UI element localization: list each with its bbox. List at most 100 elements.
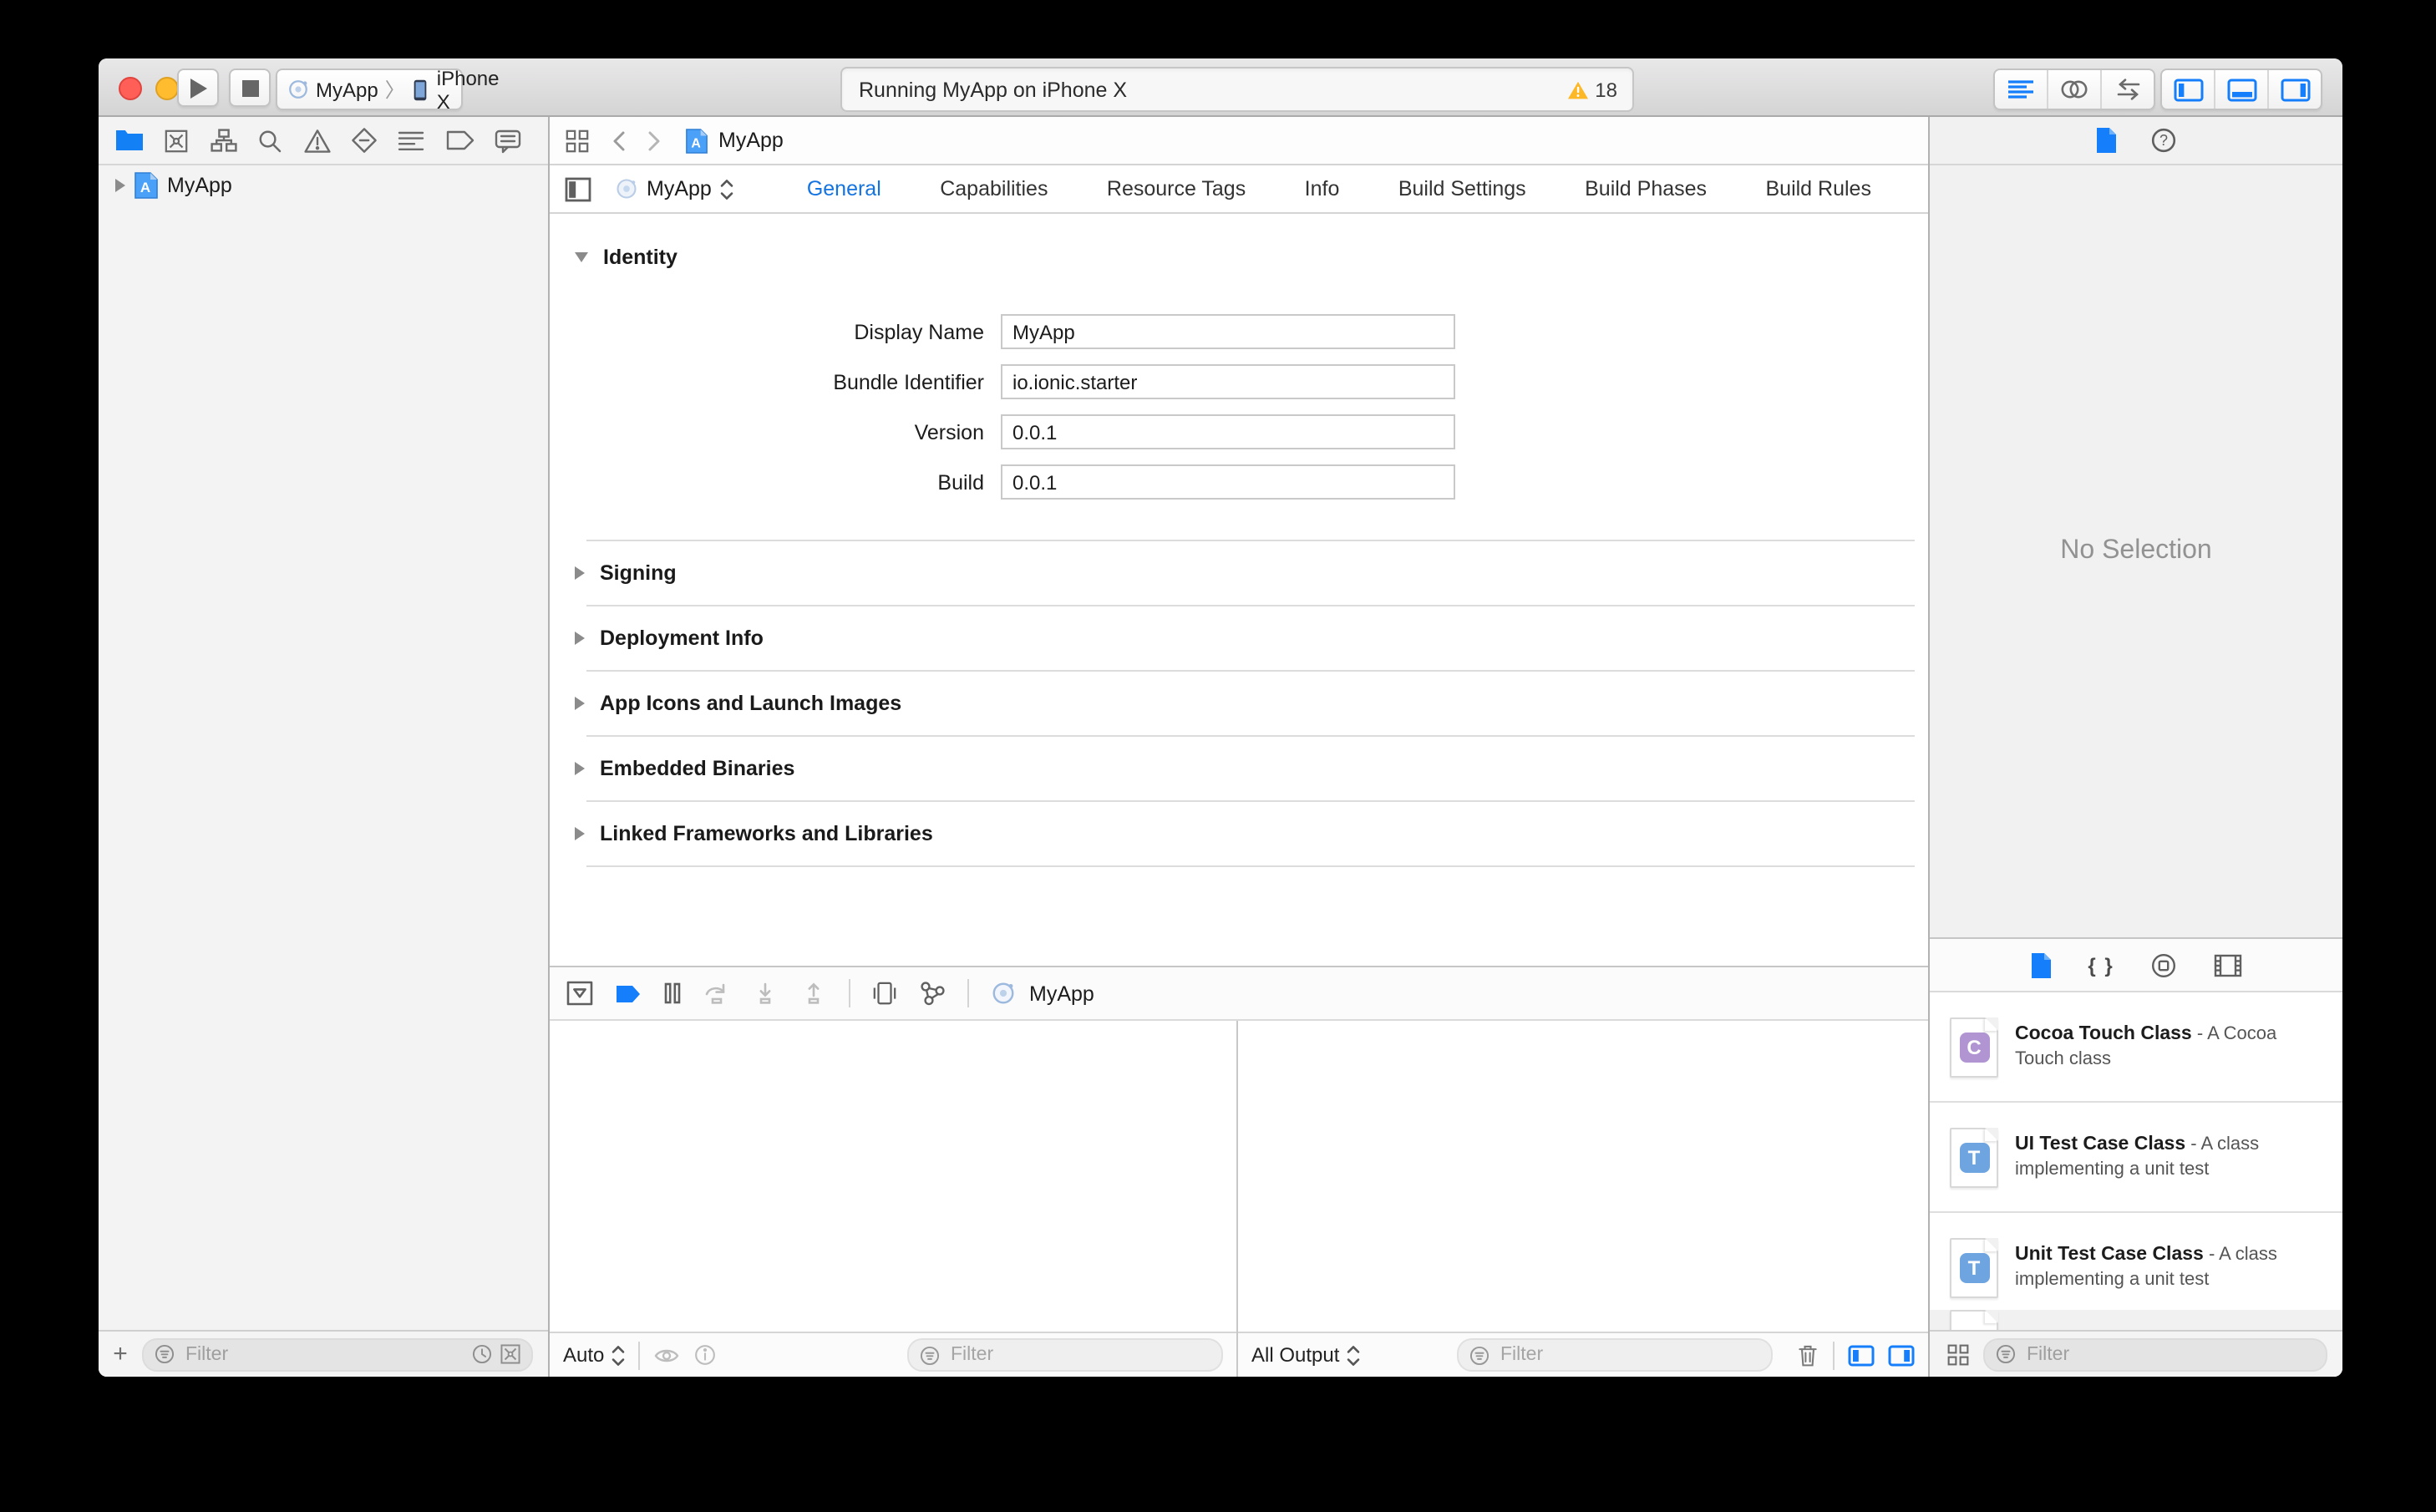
- issue-navigator-icon[interactable]: [303, 128, 330, 153]
- editor-tab[interactable]: General: [807, 177, 881, 200]
- variables-view-content[interactable]: [550, 1021, 1236, 1332]
- scheme-selector[interactable]: MyApp 〉 iPhone X: [276, 66, 500, 113]
- editor-tab[interactable]: Build Rules: [1766, 177, 1871, 200]
- library-filter-input[interactable]: [2023, 1342, 2316, 1366]
- library-item[interactable]: C Cocoa Touch Class - A Cocoa Touch clas…: [1930, 992, 2342, 1103]
- editor-tab[interactable]: Build Settings: [1398, 177, 1526, 200]
- variables-filter-field[interactable]: [907, 1338, 1223, 1372]
- recent-files-clock-icon[interactable]: [471, 1343, 493, 1365]
- library-item[interactable]: T UI Test Case Class - A class implement…: [1930, 1103, 2342, 1213]
- popup-updown-icon: [611, 1344, 624, 1366]
- media-library-icon[interactable]: [2215, 953, 2243, 977]
- symbol-navigator-icon[interactable]: [210, 129, 237, 152]
- field-input[interactable]: [1001, 314, 1455, 349]
- source-control-navigator-icon[interactable]: [165, 128, 190, 153]
- report-navigator-icon[interactable]: [495, 128, 521, 153]
- library-item[interactable]: T Unit Test Case Class - A class impleme…: [1930, 1213, 2342, 1310]
- field-input[interactable]: [1001, 414, 1455, 449]
- disclosure-closed-icon[interactable]: [575, 762, 585, 775]
- view-debugger-icon[interactable]: [872, 981, 897, 1006]
- editor-tab[interactable]: Info: [1305, 177, 1340, 200]
- navigator-toggle-button[interactable]: [2162, 70, 2214, 109]
- variables-scope-label[interactable]: Auto: [563, 1343, 604, 1367]
- forward-button[interactable]: [647, 129, 662, 151]
- console-view-content[interactable]: [1238, 1021, 1928, 1332]
- library-filter-field[interactable]: [1983, 1337, 2327, 1371]
- disclosure-closed-icon[interactable]: [575, 566, 585, 580]
- target-selector[interactable]: MyApp: [615, 177, 733, 200]
- file-template-library-icon[interactable]: [2029, 951, 2051, 978]
- debug-area-toggle-button[interactable]: [2214, 70, 2267, 109]
- disclosure-closed-icon[interactable]: [575, 632, 585, 645]
- related-items-icon[interactable]: [565, 128, 590, 153]
- warning-count-badge[interactable]: 18: [1566, 78, 1617, 101]
- quicklook-eye-icon[interactable]: [652, 1344, 679, 1366]
- add-button[interactable]: +: [99, 1340, 142, 1368]
- editor-tab[interactable]: Build Phases: [1585, 177, 1707, 200]
- step-out-icon[interactable]: [800, 982, 827, 1005]
- stop-button[interactable]: [229, 68, 271, 107]
- disclosure-triangle-icon[interactable]: [115, 179, 125, 192]
- disclosure-closed-icon[interactable]: [575, 827, 585, 840]
- editor-tab[interactable]: Resource Tags: [1107, 177, 1246, 200]
- general-settings-pane: Identity Display Name Bundle Identifier …: [550, 214, 1928, 966]
- activity-viewer[interactable]: Running MyApp on iPhone X 18: [840, 67, 1634, 112]
- collapsed-section-header[interactable]: Deployment Info: [550, 606, 1928, 670]
- help-inspector-icon[interactable]: ?: [2150, 127, 2177, 154]
- back-button[interactable]: [612, 129, 627, 151]
- navigator-filter-field[interactable]: [142, 1337, 533, 1371]
- clear-console-trash-icon[interactable]: [1796, 1342, 1819, 1367]
- target-app-icon: [615, 177, 638, 200]
- pause-icon[interactable]: [663, 982, 682, 1004]
- library-grid-icon[interactable]: [1946, 1342, 1970, 1366]
- hide-debug-area-icon[interactable]: [566, 981, 593, 1006]
- step-over-icon[interactable]: [703, 982, 730, 1005]
- test-navigator-icon[interactable]: [351, 127, 378, 154]
- standard-editor-button[interactable]: [1995, 70, 2047, 109]
- utilities-toggle-button[interactable]: [2267, 70, 2321, 109]
- disclosure-closed-icon[interactable]: [575, 697, 585, 710]
- collapsed-section-header[interactable]: Signing: [550, 541, 1928, 605]
- file-template-icon: [1950, 1310, 1998, 1330]
- breakpoint-navigator-icon[interactable]: [445, 130, 474, 150]
- file-template-icon: T: [1950, 1127, 1998, 1187]
- breakpoints-icon[interactable]: [615, 983, 642, 1003]
- code-snippet-library-icon[interactable]: { }: [2088, 953, 2114, 977]
- close-window-button[interactable]: [119, 77, 142, 100]
- collapsed-section-header[interactable]: Embedded Binaries: [550, 737, 1928, 800]
- run-button[interactable]: [177, 68, 219, 107]
- editor-sidebar-toggle-icon[interactable]: [565, 176, 591, 201]
- project-row[interactable]: A MyApp: [99, 165, 548, 205]
- debug-navigator-icon[interactable]: [398, 129, 425, 151]
- object-library-icon[interactable]: [2151, 951, 2178, 978]
- memory-graph-icon[interactable]: [919, 981, 946, 1006]
- variables-view-toggle-icon[interactable]: [1848, 1344, 1875, 1366]
- identity-section-header[interactable]: Identity: [550, 241, 1928, 274]
- version-editor-button[interactable]: [2100, 70, 2154, 109]
- file-inspector-icon[interactable]: [2095, 127, 2117, 154]
- navigator-empty-area: [99, 205, 548, 1330]
- panel-toggle-buttons: [2160, 68, 2322, 110]
- assistant-editor-button[interactable]: [2047, 70, 2100, 109]
- step-into-icon[interactable]: [752, 982, 779, 1005]
- jump-file-label[interactable]: MyApp: [718, 129, 784, 152]
- collapsed-section-header[interactable]: App Icons and Launch Images: [550, 672, 1928, 735]
- source-control-status-icon[interactable]: [500, 1343, 521, 1365]
- identity-section: Identity Display Name Bundle Identifier …: [550, 241, 1928, 541]
- info-icon[interactable]: [693, 1343, 716, 1367]
- inspector-empty-area: No Selection: [1930, 165, 2342, 937]
- collapsed-section-header[interactable]: Linked Frameworks and Libraries: [550, 802, 1928, 865]
- console-view-toggle-icon[interactable]: [1888, 1344, 1915, 1366]
- find-navigator-icon[interactable]: [257, 128, 282, 153]
- console-scope-label[interactable]: All Output: [1251, 1343, 1339, 1367]
- disclosure-open-icon[interactable]: [575, 252, 588, 262]
- field-input[interactable]: [1001, 464, 1455, 500]
- field-input[interactable]: [1001, 364, 1455, 399]
- variables-filter-input[interactable]: [947, 1343, 1211, 1367]
- project-navigator-icon[interactable]: [115, 129, 144, 152]
- navigator-filter-input[interactable]: [182, 1342, 464, 1366]
- editor-tab[interactable]: Capabilities: [940, 177, 1048, 200]
- minimize-window-button[interactable]: [155, 77, 179, 100]
- console-filter-input[interactable]: [1497, 1343, 1761, 1367]
- console-filter-field[interactable]: [1457, 1338, 1773, 1372]
